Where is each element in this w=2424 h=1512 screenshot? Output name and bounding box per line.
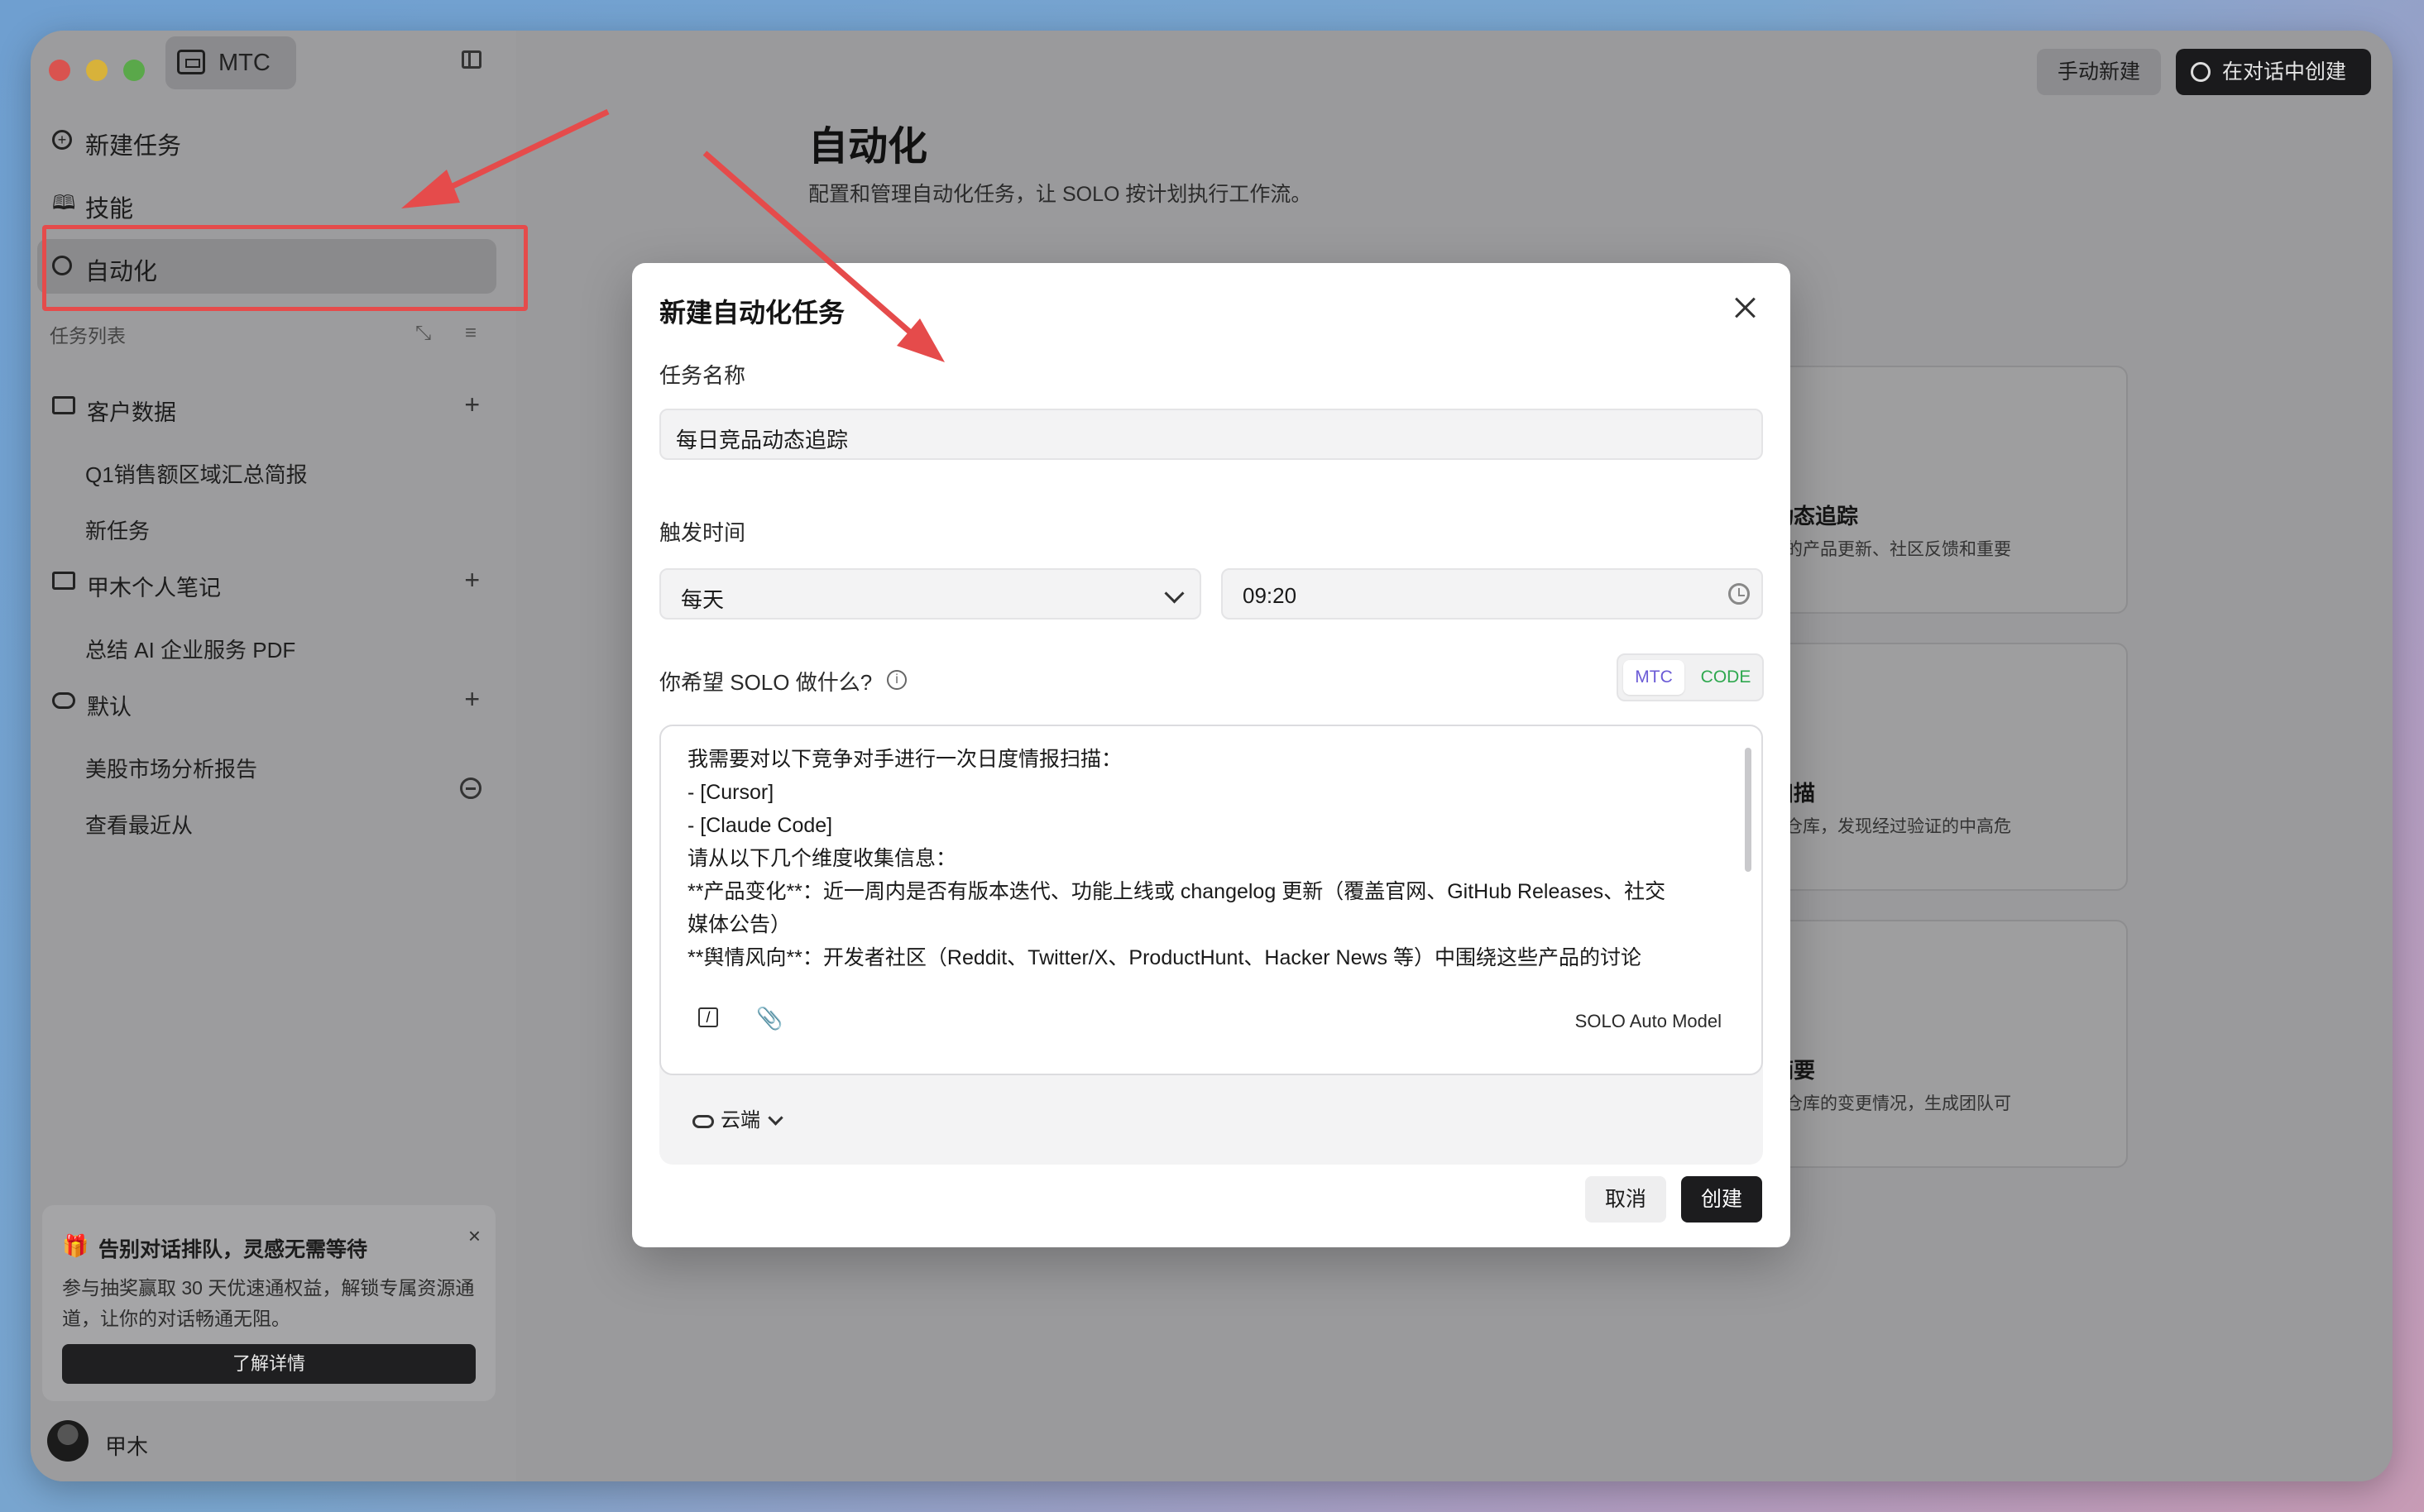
prompt-line: 我需要对以下竞争对手进行一次日度情报扫描：: [687, 748, 1123, 771]
chat-icon: [2191, 62, 2211, 82]
manual-new-button[interactable]: 手动新建: [2037, 49, 2161, 95]
filter-icon[interactable]: ≡: [465, 322, 477, 344]
cancel-button[interactable]: 取消: [1585, 1176, 1666, 1223]
zoom-window-button[interactable]: [123, 60, 145, 81]
page-title: 自动化: [808, 125, 928, 169]
app-switcher[interactable]: MTC: [165, 36, 296, 89]
app-logo-icon: [177, 50, 205, 74]
folder-customer-data[interactable]: 客户数据 +: [37, 385, 496, 431]
card-description: 竟品的产品更新、社区反馈和重要: [1751, 540, 2011, 559]
folder-personal-notes[interactable]: 甲木个人笔记 +: [37, 560, 496, 606]
folder-label: 默认: [87, 695, 132, 720]
task-name-input[interactable]: 每日竞品动态追踪: [659, 409, 1763, 460]
folder-label: 甲木个人笔记: [87, 576, 221, 600]
environment-value: 云端: [721, 1109, 760, 1132]
prompt-textarea[interactable]: 我需要对以下竞争对手进行一次日度情报扫描： - [Cursor] - [Clau…: [687, 743, 1726, 991]
new-automation-dialog: 新建自动化任务 任务名称 每日竞品动态追踪 触发时间 每天 09:20 你希望 …: [632, 263, 1790, 1247]
card-description: 代码仓库的变更情况，生成团队可 日报: [1751, 1094, 2011, 1140]
collapse-icon[interactable]: ⤡: [415, 322, 431, 344]
add-task-to-folder-button[interactable]: +: [464, 565, 480, 596]
task-list-label: 任务列表: [50, 325, 126, 347]
close-window-button[interactable]: [49, 60, 70, 81]
remove-icon[interactable]: [460, 778, 481, 799]
model-selector[interactable]: SOLO Auto Model: [1575, 1011, 1722, 1032]
time-value: 09:20: [1243, 583, 1297, 608]
create-button[interactable]: 创建: [1681, 1176, 1762, 1223]
create-in-chat-label: 在对话中创建: [2222, 60, 2347, 84]
gift-icon: 🎁: [62, 1233, 89, 1258]
task-item[interactable]: Q1销售额区域汇总简报: [85, 458, 308, 489]
attachment-icon[interactable]: 📎: [756, 1006, 783, 1031]
prompt-line: 媒体公告）: [687, 913, 792, 936]
slash-command-icon[interactable]: /: [698, 1007, 718, 1027]
folder-icon: [52, 572, 75, 590]
prompt-line: 请从以下几个维度收集信息：: [687, 847, 957, 870]
chevron-down-icon: [768, 1110, 783, 1126]
prompt-line: **舆情风向**：开发者社区（Reddit、Twitter/X、ProductH…: [687, 946, 1641, 969]
environment-select[interactable]: 云端: [692, 1103, 783, 1132]
promo-description: 参与抽奖赢取 30 天优速通权益，解锁专属资源通道，让你的对话畅通无阻。: [62, 1277, 475, 1329]
chevron-down-icon: [1164, 583, 1185, 604]
nav-new-task-label: 新建任务: [85, 133, 182, 160]
task-item[interactable]: 查看最近从: [85, 809, 193, 840]
cloud-icon: [692, 1114, 714, 1128]
learn-more-button[interactable]: 了解详情: [62, 1344, 476, 1384]
dialog-title: 新建自动化任务: [659, 298, 846, 328]
nav-skills[interactable]: 🕮 技能: [37, 176, 496, 231]
task-name-label: 任务名称: [659, 363, 746, 388]
user-name: 甲木: [105, 1434, 149, 1459]
nav-skills-label: 技能: [85, 196, 134, 222]
prompt-label: 你希望 SOLO 做什么?: [659, 670, 873, 695]
minimize-window-button[interactable]: [86, 60, 108, 81]
scrollbar[interactable]: [1745, 748, 1751, 872]
trigger-time-label: 触发时间: [659, 520, 746, 545]
close-icon[interactable]: ×: [468, 1223, 481, 1249]
create-in-chat-button[interactable]: 在对话中创建: [2176, 49, 2371, 95]
clock-icon: [1728, 583, 1750, 605]
book-icon: 🕮: [52, 192, 76, 214]
mode-code-option[interactable]: CODE: [1693, 660, 1759, 695]
card-description: 代码仓库，发现经过验证的中高危: [1751, 817, 2011, 836]
promo-title: 告别对话排队，灵感无需等待: [98, 1238, 368, 1261]
nav-new-task[interactable]: + 新建任务: [37, 113, 496, 168]
frequency-select[interactable]: 每天: [659, 568, 1201, 620]
time-input[interactable]: 09:20: [1221, 568, 1763, 620]
composer-container: 我需要对以下竞争对手进行一次日度情报扫描： - [Cursor] - [Clau…: [659, 725, 1763, 1165]
task-item[interactable]: 新任务: [85, 514, 150, 545]
frequency-value: 每天: [681, 587, 725, 612]
prompt-line: - [Cursor]: [687, 781, 774, 804]
mode-toggle: MTC CODE: [1617, 653, 1764, 701]
folder-default[interactable]: 默认 +: [37, 679, 496, 725]
folder-icon: [52, 396, 75, 414]
page-subtitle: 配置和管理自动化任务，让 SOLO 按计划执行工作流。: [808, 183, 1312, 206]
sidebar-toggle-icon[interactable]: [462, 50, 481, 69]
prompt-line: - [Claude Code]: [687, 814, 833, 837]
cloud-icon: [52, 692, 75, 709]
mode-mtc-option[interactable]: MTC: [1623, 660, 1684, 695]
prompt-composer[interactable]: 我需要对以下竞争对手进行一次日度情报扫描： - [Cursor] - [Clau…: [659, 725, 1763, 1075]
add-task-to-folder-button[interactable]: +: [464, 390, 480, 420]
add-task-to-folder-button[interactable]: +: [464, 684, 480, 715]
add-task-icon: +: [52, 130, 72, 150]
annotation-highlight-box: [42, 225, 528, 311]
folder-label: 客户数据: [87, 400, 176, 425]
close-icon[interactable]: [1734, 296, 1756, 318]
task-list-tools: ⤡ ≡: [415, 322, 505, 345]
app-name: MTC: [218, 50, 271, 76]
avatar: [47, 1420, 89, 1462]
prompt-line: **产品变化**：近一周内是否有版本迭代、功能上线或 changelog 更新（…: [687, 880, 1666, 903]
info-icon[interactable]: i: [887, 670, 907, 690]
promo-card: 🎁 告别对话排队，灵感无需等待 × 参与抽奖赢取 30 天优速通权益，解锁专属资…: [42, 1205, 496, 1401]
task-item[interactable]: 美股市场分析报告: [85, 753, 257, 783]
task-item[interactable]: 总结 AI 企业服务 PDF: [85, 634, 295, 664]
